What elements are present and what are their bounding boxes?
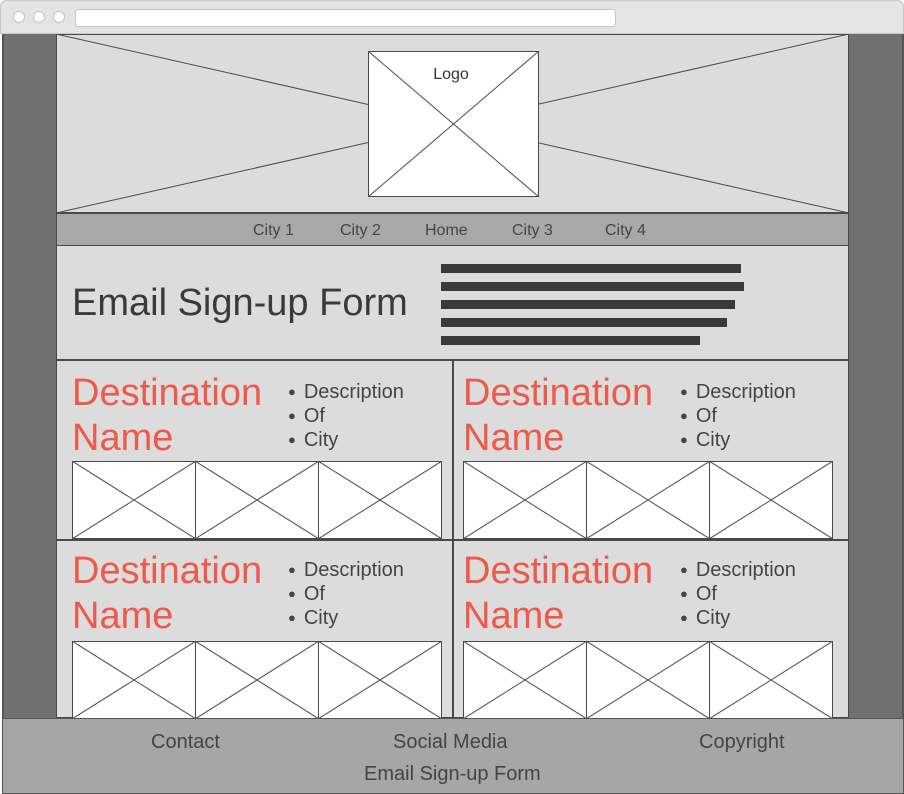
address-bar[interactable] (75, 9, 616, 27)
nav-item-city-1[interactable]: City 1 (253, 222, 294, 240)
destination-image[interactable] (72, 461, 196, 539)
text-placeholder-line (441, 336, 700, 345)
window-maximize-icon[interactable] (53, 11, 65, 23)
destination-card[interactable]: Destination Name Description Of City (56, 540, 453, 719)
city-description-list: Description Of City (288, 559, 404, 631)
destination-image[interactable] (586, 461, 710, 539)
destination-card[interactable]: Destination Name Description Of City (453, 360, 849, 540)
description-item: City (288, 429, 404, 453)
nav-item-city-4[interactable]: City 4 (605, 222, 646, 240)
footer-copyright-text: Copyright (699, 731, 785, 753)
description-item: Of (288, 405, 404, 429)
destination-name-line: Name (463, 417, 565, 459)
footer-signup-link[interactable]: Email Sign-up Form (364, 763, 541, 786)
footer-social-link[interactable]: Social Media (393, 731, 508, 754)
destination-name-line: Destination (72, 550, 263, 592)
image-placeholder-icon (318, 461, 442, 539)
description-item: Description (288, 559, 404, 583)
destination-card[interactable]: Destination Name Description Of City (56, 360, 453, 540)
footer-contact-link[interactable]: Contact (151, 731, 220, 754)
window-close-icon[interactable] (13, 11, 25, 23)
description-item: Of (288, 583, 404, 607)
image-placeholder-icon (586, 641, 710, 719)
destination-card[interactable]: Destination Name Description Of City (453, 540, 849, 719)
destination-name-line: Name (72, 595, 174, 637)
image-placeholder-icon (709, 461, 833, 539)
description-item: Description (680, 381, 796, 405)
description-item: City (680, 607, 796, 631)
image-placeholder-icon (463, 641, 587, 719)
text-placeholder-line (441, 300, 735, 309)
destination-name: Destination Name (463, 549, 653, 639)
image-placeholder-icon (463, 461, 587, 539)
window-minimize-icon[interactable] (33, 11, 45, 23)
destination-image[interactable] (195, 641, 319, 719)
city-description-list: Description Of City (680, 381, 796, 453)
destination-name: Destination Name (463, 371, 653, 461)
destination-name-line: Name (72, 417, 174, 459)
destination-image[interactable] (586, 641, 710, 719)
text-placeholder-line (441, 282, 744, 291)
city-description-list: Description Of City (680, 559, 796, 631)
destination-name-line: Destination (463, 372, 654, 414)
description-item: Description (680, 559, 796, 583)
destination-image[interactable] (463, 461, 587, 539)
right-gutter (849, 34, 904, 718)
signup-title[interactable]: Email Sign-up Form (72, 282, 408, 325)
image-placeholder-icon (195, 461, 319, 539)
image-placeholder-icon (195, 641, 319, 719)
text-placeholder-line (441, 264, 741, 273)
destination-image[interactable] (709, 641, 833, 719)
destination-name-line: Destination (72, 372, 263, 414)
image-placeholder-icon (72, 641, 196, 719)
destination-image[interactable] (318, 461, 442, 539)
nav-item-home[interactable]: Home (425, 222, 468, 240)
destination-image[interactable] (463, 641, 587, 719)
destination-image[interactable] (195, 461, 319, 539)
destination-image[interactable] (72, 641, 196, 719)
description-item: Of (680, 583, 796, 607)
destination-name-line: Destination (463, 550, 654, 592)
text-placeholder-line (441, 318, 727, 327)
description-item: Of (680, 405, 796, 429)
logo-label: Logo (433, 66, 469, 83)
description-item: City (288, 607, 404, 631)
image-placeholder-icon (586, 461, 710, 539)
nav-item-city-3[interactable]: City 3 (512, 222, 553, 240)
destination-image[interactable] (318, 641, 442, 719)
image-placeholder-icon (709, 641, 833, 719)
nav-item-city-2[interactable]: City 2 (340, 222, 381, 240)
image-placeholder-icon (318, 641, 442, 719)
destination-image[interactable] (709, 461, 833, 539)
city-description-list: Description Of City (288, 381, 404, 453)
left-gutter (2, 34, 57, 718)
destination-name-line: Name (463, 595, 565, 637)
destination-name: Destination Name (72, 371, 262, 461)
description-item: Description (288, 381, 404, 405)
description-item: City (680, 429, 796, 453)
destination-name: Destination Name (72, 549, 262, 639)
image-placeholder-icon (72, 461, 196, 539)
